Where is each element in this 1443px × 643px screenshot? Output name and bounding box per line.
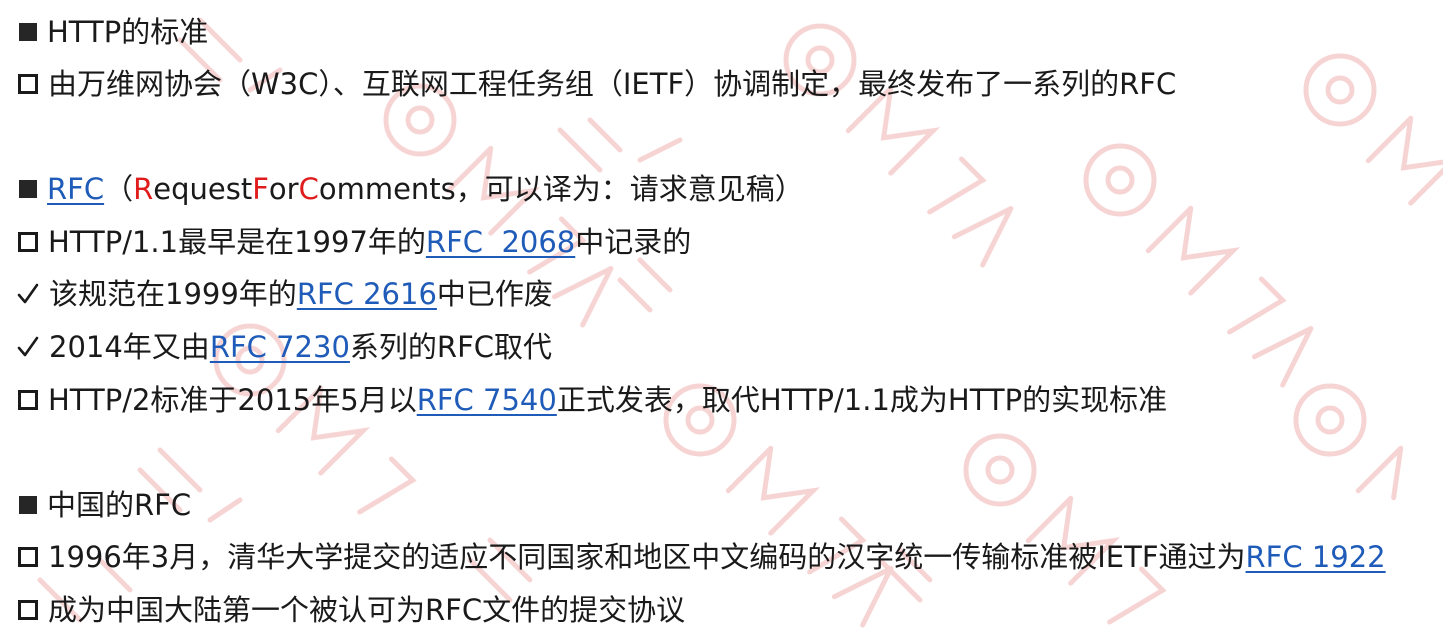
item-text-before: 1996年3月，清华大学提交的适应不同国家和地区中文编码的汉字统一传输标准被IE…	[48, 540, 1246, 574]
list-item: HTTP/1.1最早是在1997年的 RFC 2068 中记录的	[16, 222, 691, 262]
item-text-after: 正式发表，取代HTTP/1.1成为HTTP的实现标准	[556, 383, 1168, 417]
item-text-before: HTTP/1.1最早是在1997年的	[48, 225, 426, 259]
square-filled-bullet-icon	[19, 180, 37, 198]
rfc-1922-link[interactable]: RFC 1922	[1246, 537, 1386, 577]
letter-r-highlight: R	[133, 172, 154, 206]
square-hollow-bullet-icon	[18, 600, 38, 620]
section-rfc-heading: RFC （Request For Comments，可以译为：请求意见稿）	[16, 169, 804, 209]
item-text-after: 中记录的	[575, 225, 692, 259]
square-filled-bullet-icon	[19, 496, 37, 514]
rfc-7230-link[interactable]: RFC 7230	[210, 327, 350, 367]
item-text: 成为中国大陆第一个被认可为RFC文件的提交协议	[48, 593, 686, 627]
item-text-after: 系列的RFC取代	[349, 330, 553, 364]
square-hollow-bullet-icon	[18, 74, 38, 94]
rfc-7540-link[interactable]: RFC 7540	[417, 380, 557, 420]
item-text-before: HTTP/2标准于2015年5月以	[48, 383, 417, 417]
square-hollow-bullet-icon	[18, 547, 38, 567]
section-china-rfc-heading: 中国的RFC	[16, 485, 191, 525]
item-text-before: 该规范在1999年的	[49, 277, 297, 311]
list-item: 1996年3月，清华大学提交的适应不同国家和地区中文编码的汉字统一传输标准被IE…	[16, 537, 1386, 577]
list-item: 该规范在1999年的 RFC 2616 中已作废	[16, 274, 553, 314]
list-item: HTTP/2标准于2015年5月以 RFC 7540 正式发表，取代HTTP/1.1…	[16, 380, 1167, 420]
letter-c-highlight: C	[298, 172, 319, 206]
rfc-expansion-or: or	[268, 172, 299, 206]
heading-text: 中国的RFC	[47, 488, 192, 522]
list-item: 由万维网协会（W3C）、互联网工程任务组（IETF）协调制定，最终发布了一系列的…	[16, 64, 1176, 104]
rfc-expansion-omments: omments，可以译为：请求意见稿）	[318, 172, 804, 206]
item-text: 由万维网协会（W3C）、互联网工程任务组（IETF）协调制定，最终发布了一系列的…	[48, 67, 1177, 101]
item-text-after: 中已作废	[436, 277, 553, 311]
rfc-link[interactable]: RFC	[47, 169, 104, 209]
item-text-before: 2014年又由	[49, 330, 210, 364]
square-hollow-bullet-icon	[18, 390, 38, 410]
square-hollow-bullet-icon	[18, 232, 38, 252]
list-item: 成为中国大陆第一个被认可为RFC文件的提交协议	[16, 590, 685, 630]
rfc-2616-link[interactable]: RFC 2616	[297, 274, 437, 314]
rfc-paren-open: （	[104, 172, 134, 206]
checkmark-icon	[17, 336, 39, 357]
rfc-2068-link[interactable]: RFC 2068	[426, 222, 575, 262]
rfc-expansion-equest: equest	[153, 172, 253, 206]
heading-text: HTTP的标准	[47, 15, 209, 49]
list-item: 2014年又由 RFC 7230 系列的RFC取代	[16, 327, 552, 367]
letter-f-highlight: F	[252, 172, 269, 206]
square-filled-bullet-icon	[19, 23, 37, 41]
section-http-standard-heading: HTTP的标准	[16, 12, 208, 52]
checkmark-icon	[17, 283, 39, 304]
